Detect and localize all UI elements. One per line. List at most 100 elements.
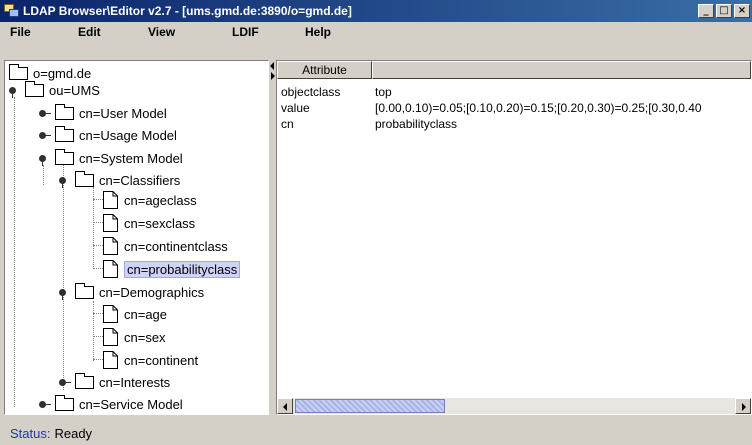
attribute-column-header[interactable]: Attribute bbox=[277, 61, 372, 79]
tree-node-label: cn=Classifiers bbox=[99, 172, 181, 188]
attribute-row[interactable]: objectclass top bbox=[281, 85, 751, 101]
tree-connector bbox=[63, 165, 64, 390]
document-icon bbox=[103, 214, 118, 232]
folder-icon bbox=[55, 148, 74, 165]
title-bar[interactable]: LDAP Browser\Editor v2.7 - [ums.gmd.de:3… bbox=[0, 0, 752, 22]
menu-ldif[interactable]: LDIF bbox=[232, 25, 259, 39]
attribute-value: top bbox=[375, 85, 392, 99]
tree-node-sexclass[interactable]: cn=sexclass bbox=[103, 212, 195, 234]
folder-icon bbox=[75, 282, 94, 299]
tree-node-system-model[interactable]: cn=System Model bbox=[39, 147, 183, 169]
tree-connector bbox=[93, 268, 103, 269]
tree-node-label: cn=age bbox=[124, 306, 168, 322]
status-text: Ready bbox=[54, 426, 93, 441]
status-bar: Status: Ready bbox=[0, 422, 752, 445]
document-icon bbox=[103, 328, 118, 346]
tree-node-label: cn=ageclass bbox=[124, 192, 197, 208]
panel-splitter[interactable] bbox=[270, 60, 275, 415]
attribute-name: objectclass bbox=[281, 85, 341, 99]
tree-node-continent[interactable]: cn=continent bbox=[103, 349, 198, 371]
horizontal-scrollbar[interactable] bbox=[277, 398, 751, 414]
minimize-button[interactable]: _ bbox=[698, 4, 714, 18]
scrollbar-thumb[interactable] bbox=[295, 399, 445, 413]
menu-bar: File Edit View LDIF Help bbox=[0, 22, 752, 42]
expanded-toggle-icon[interactable] bbox=[39, 151, 51, 166]
tree-node-demographics[interactable]: cn=Demographics bbox=[59, 281, 204, 303]
tree-connector bbox=[14, 97, 15, 407]
tree-node-label-selected: cn=probabilityclass bbox=[124, 260, 241, 278]
menu-view[interactable]: View bbox=[148, 25, 175, 39]
folder-icon bbox=[75, 372, 94, 389]
tree-node-continentclass[interactable]: cn=continentclass bbox=[103, 235, 228, 257]
expand-right-arrow-icon[interactable] bbox=[271, 72, 275, 80]
tree-node-ou-ums[interactable]: ou=UMS bbox=[9, 79, 100, 101]
attribute-name: cn bbox=[281, 117, 294, 131]
folder-icon bbox=[55, 125, 74, 142]
tree-node-label: cn=continentclass bbox=[124, 238, 228, 254]
tree-connector bbox=[93, 245, 103, 246]
tree-node-label: cn=Usage Model bbox=[79, 127, 177, 143]
scroll-right-button[interactable] bbox=[735, 398, 751, 414]
tree-connector bbox=[93, 222, 103, 223]
folder-icon bbox=[25, 80, 44, 97]
tree-connector bbox=[93, 199, 103, 200]
document-icon bbox=[103, 260, 118, 278]
menu-edit[interactable]: Edit bbox=[78, 25, 101, 39]
collapsed-toggle-icon[interactable] bbox=[59, 375, 71, 389]
collapse-left-arrow-icon[interactable] bbox=[270, 62, 274, 70]
tree-connector bbox=[93, 336, 103, 337]
attribute-row[interactable]: value [0.00,0.10)=0.05;[0.10,0.20)=0.15;… bbox=[281, 101, 751, 117]
tree-node-usage-model[interactable]: cn=Usage Model bbox=[39, 124, 177, 146]
tree-node-classifiers[interactable]: cn=Classifiers bbox=[59, 169, 180, 191]
menu-file[interactable]: File bbox=[10, 25, 31, 39]
left-arrow-icon bbox=[283, 403, 287, 411]
tree-connector bbox=[93, 301, 94, 361]
tree-node-label: cn=System Model bbox=[79, 150, 183, 166]
expanded-toggle-icon[interactable] bbox=[59, 285, 71, 300]
tree-node-ageclass[interactable]: cn=ageclass bbox=[103, 189, 197, 211]
right-arrow-icon bbox=[742, 403, 746, 411]
directory-tree-panel[interactable]: o=gmd.de ou=UMS cn=User Model cn=Usage M… bbox=[4, 60, 269, 415]
tree-connector bbox=[93, 313, 103, 314]
maximize-button[interactable]: □ bbox=[716, 4, 732, 18]
attribute-name: value bbox=[281, 101, 310, 115]
document-icon bbox=[103, 191, 118, 209]
tree-node-label: cn=continent bbox=[124, 352, 199, 368]
value-column-header[interactable] bbox=[372, 61, 751, 79]
attribute-value: probabilityclass bbox=[375, 117, 458, 131]
attribute-row[interactable]: cn probabilityclass bbox=[281, 117, 751, 133]
folder-icon bbox=[75, 170, 94, 187]
tree-node-probabilityclass[interactable]: cn=probabilityclass bbox=[103, 258, 241, 280]
close-button[interactable]: × bbox=[734, 4, 750, 18]
tree-node-age[interactable]: cn=age bbox=[103, 303, 167, 325]
tree-node-label: cn=Interests bbox=[99, 374, 171, 390]
document-icon bbox=[103, 305, 118, 323]
collapsed-toggle-icon[interactable] bbox=[39, 106, 51, 120]
tree-node-label: cn=User Model bbox=[79, 105, 167, 121]
status-label: Status: bbox=[10, 426, 51, 441]
menu-help[interactable]: Help bbox=[305, 25, 331, 39]
tree-node-user-model[interactable]: cn=User Model bbox=[39, 102, 167, 124]
attribute-panel[interactable]: Attribute objectclass top value [0.00,0.… bbox=[276, 60, 752, 415]
tree-node-service-model[interactable]: cn=Service Model bbox=[39, 393, 183, 414]
collapsed-toggle-icon[interactable] bbox=[39, 128, 51, 142]
tree-node-label: cn=Demographics bbox=[99, 284, 205, 300]
tree-connector bbox=[93, 359, 103, 360]
folder-icon bbox=[55, 103, 74, 120]
tree-node-sex[interactable]: cn=sex bbox=[103, 326, 166, 348]
tree-node-label: ou=UMS bbox=[49, 82, 100, 98]
document-icon bbox=[103, 351, 118, 369]
tree-node-label: cn=sex bbox=[124, 329, 166, 345]
expanded-toggle-icon[interactable] bbox=[9, 83, 21, 98]
tree-node-interests[interactable]: cn=Interests bbox=[59, 371, 170, 393]
folder-icon bbox=[9, 63, 28, 80]
scroll-left-button[interactable] bbox=[277, 398, 293, 414]
attribute-value: [0.00,0.10)=0.05;[0.10,0.20)=0.15;[0.20,… bbox=[375, 101, 702, 115]
document-icon bbox=[103, 237, 118, 255]
tree-node-label: cn=sexclass bbox=[124, 215, 196, 231]
folder-icon bbox=[55, 394, 74, 411]
window-title: LDAP Browser\Editor v2.7 - [ums.gmd.de:3… bbox=[23, 4, 352, 18]
expanded-toggle-icon[interactable] bbox=[59, 173, 71, 188]
tree-node-label: cn=Service Model bbox=[79, 396, 183, 412]
collapsed-toggle-icon[interactable] bbox=[39, 397, 51, 411]
